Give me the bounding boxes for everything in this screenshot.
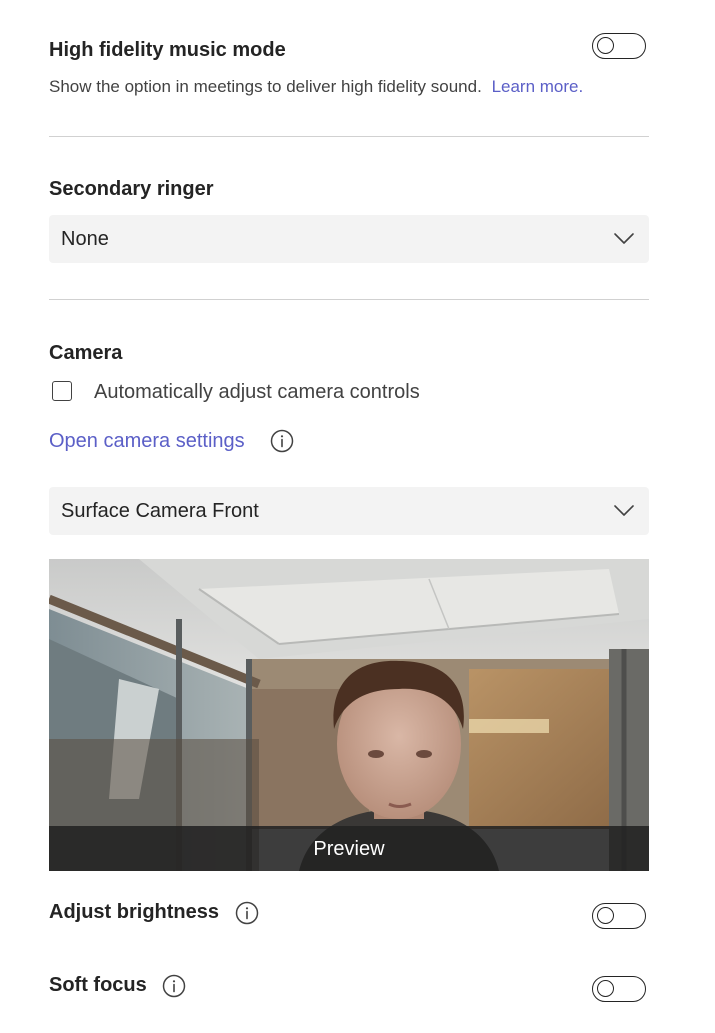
open-camera-settings-link[interactable]: Open camera settings — [49, 430, 245, 453]
auto-adjust-label: Automatically adjust camera controls — [94, 381, 420, 403]
toggle-knob — [597, 980, 614, 997]
divider — [49, 299, 649, 300]
chevron-down-icon — [614, 505, 634, 516]
chevron-down-icon — [614, 233, 634, 244]
preview-label: Preview — [313, 838, 385, 860]
info-icon[interactable] — [235, 901, 259, 925]
secondary-ringer-value: None — [61, 228, 109, 250]
divider — [49, 136, 649, 137]
music-mode-description-row: Show the option in meetings to deliver h… — [49, 77, 583, 97]
adjust-brightness-title: Adjust brightness — [49, 901, 220, 923]
camera-device-value: Surface Camera Front — [61, 500, 259, 522]
music-mode-description: Show the option in meetings to deliver h… — [49, 77, 482, 96]
soft-focus-toggle[interactable] — [592, 976, 646, 1002]
preview-bar: Preview — [49, 826, 649, 871]
settings-page: High fidelity music mode Show the option… — [0, 0, 715, 1033]
secondary-ringer-title: Secondary ringer — [49, 178, 214, 200]
learn-more-link[interactable]: Learn more. — [492, 77, 584, 96]
toggle-knob — [597, 907, 614, 924]
secondary-ringer-dropdown[interactable]: None — [49, 215, 649, 263]
camera-preview: Preview — [49, 559, 649, 871]
adjust-brightness-toggle[interactable] — [592, 903, 646, 929]
camera-preview-image — [49, 559, 649, 871]
camera-device-dropdown[interactable]: Surface Camera Front — [49, 487, 649, 535]
auto-adjust-checkbox[interactable] — [52, 381, 72, 401]
music-mode-toggle[interactable] — [592, 33, 646, 59]
soft-focus-title: Soft focus — [49, 974, 147, 996]
camera-title: Camera — [49, 342, 123, 364]
music-mode-title: High fidelity music mode — [49, 39, 286, 61]
info-icon[interactable] — [162, 974, 186, 998]
toggle-knob — [597, 37, 614, 54]
info-icon[interactable] — [270, 429, 294, 453]
